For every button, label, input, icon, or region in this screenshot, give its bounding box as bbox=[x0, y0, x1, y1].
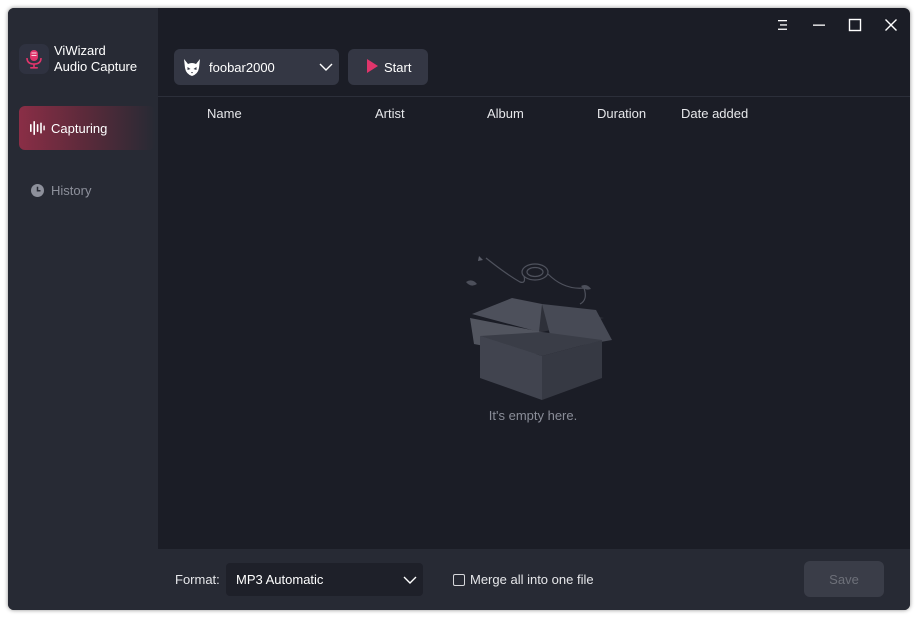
minimize-icon[interactable] bbox=[806, 14, 832, 36]
source-app-dropdown[interactable]: foobar2000 bbox=[174, 49, 339, 85]
app-window: ViWizard Audio Capture Capturing History… bbox=[8, 8, 910, 610]
brand-name-line2: Audio Capture bbox=[54, 59, 138, 74]
close-icon[interactable] bbox=[878, 14, 904, 36]
column-header-duration[interactable]: Duration bbox=[597, 106, 646, 121]
format-label: Format: bbox=[175, 572, 220, 587]
empty-state-message: It's empty here. bbox=[488, 408, 578, 423]
footer-bar: Format: MP3 Automatic Merge all into one… bbox=[158, 549, 910, 610]
chevron-down-icon bbox=[403, 573, 417, 590]
chevron-down-icon bbox=[319, 60, 333, 77]
sidebar-item-label: History bbox=[51, 182, 92, 198]
brand-name-line1: ViWizard bbox=[54, 43, 106, 58]
brand: ViWizard Audio Capture bbox=[19, 43, 137, 75]
sidebar-item-capturing[interactable]: Capturing bbox=[19, 106, 155, 150]
toolbar-divider bbox=[158, 96, 910, 97]
sidebar: ViWizard Audio Capture Capturing History bbox=[8, 8, 158, 610]
maximize-icon[interactable] bbox=[842, 14, 868, 36]
start-button-label: Start bbox=[384, 59, 412, 75]
column-header-album[interactable]: Album bbox=[487, 106, 524, 121]
empty-box-illustration bbox=[454, 252, 614, 407]
menu-icon[interactable] bbox=[770, 14, 796, 36]
checkbox-box[interactable] bbox=[453, 573, 465, 586]
microphone-icon bbox=[19, 44, 49, 74]
clock-icon bbox=[28, 181, 46, 199]
column-header-artist[interactable]: Artist bbox=[375, 106, 405, 121]
sidebar-item-history[interactable]: History bbox=[19, 168, 155, 212]
column-header-name[interactable]: Name bbox=[207, 106, 242, 121]
sidebar-item-label: Capturing bbox=[51, 120, 108, 136]
column-header-date-added[interactable]: Date added bbox=[681, 106, 748, 121]
foobar2000-icon bbox=[182, 57, 202, 77]
audio-wave-icon bbox=[28, 119, 46, 137]
start-button[interactable]: Start bbox=[348, 49, 428, 85]
merge-label: Merge all into one file bbox=[470, 572, 594, 587]
format-value: MP3 Automatic bbox=[236, 572, 324, 587]
source-app-label: foobar2000 bbox=[209, 59, 275, 75]
play-icon bbox=[367, 58, 378, 76]
save-button[interactable]: Save bbox=[804, 561, 884, 597]
merge-checkbox[interactable]: Merge all into one file bbox=[453, 572, 594, 587]
format-dropdown[interactable]: MP3 Automatic bbox=[226, 563, 423, 596]
